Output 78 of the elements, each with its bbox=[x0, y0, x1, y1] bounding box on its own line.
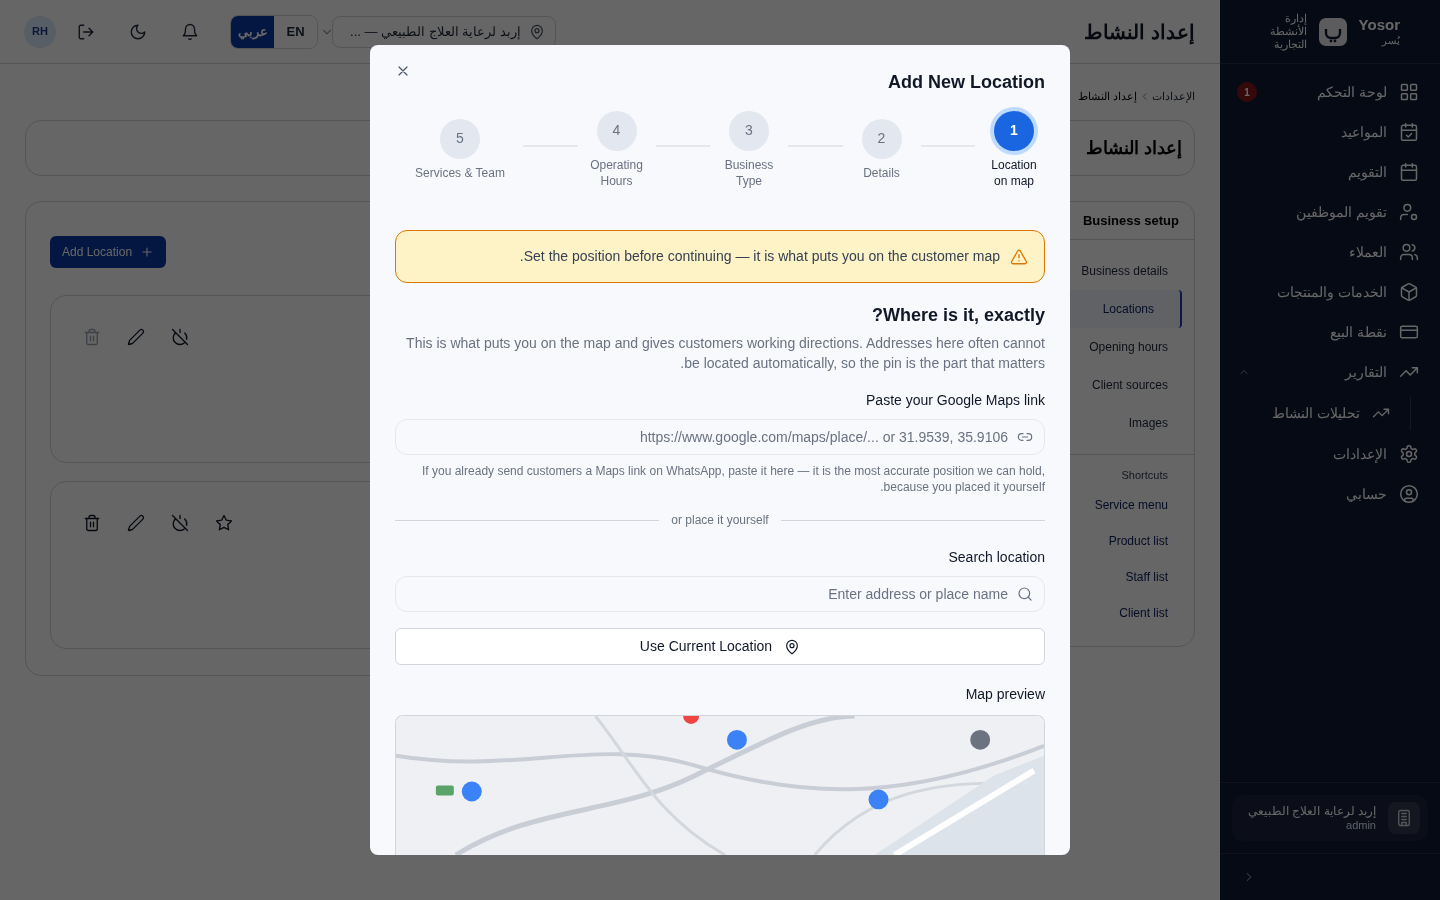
box-icon bbox=[1399, 282, 1419, 302]
sidebar-item[interactable]: المواعيد bbox=[1240, 112, 1420, 152]
pin-icon bbox=[784, 638, 801, 655]
field-label: Search location bbox=[947, 548, 1045, 567]
sidebar-item-label: التقويم bbox=[1348, 162, 1387, 183]
sidebar-item-label: العملاء bbox=[1349, 242, 1387, 262]
sidebar-item[interactable]: العملاء bbox=[1240, 232, 1420, 272]
bell-icon[interactable] bbox=[181, 22, 199, 41]
section-heading: ?Where is it, exactly bbox=[870, 304, 1045, 327]
shortcuts-heading: Shortcuts bbox=[1120, 468, 1169, 483]
input-field[interactable]: https://www.google.com/maps/place/... or 31.9539, 35.9106 bbox=[395, 419, 1045, 455]
sidebar-item-label: الخدمات والمنتجات bbox=[1277, 282, 1387, 303]
brand-name: Yosor bbox=[1358, 17, 1400, 32]
account-name: إربد لرعاية العلاج الطبيعي bbox=[1248, 803, 1376, 819]
moon-icon[interactable] bbox=[129, 22, 147, 41]
step-label: Business Type bbox=[723, 156, 775, 189]
plus-icon bbox=[140, 245, 155, 259]
add-location-button[interactable]: Add Location bbox=[50, 236, 167, 268]
account-role: admin bbox=[1345, 818, 1376, 833]
branch-name: إربد لرعاية العلاج الطبيعي — ... bbox=[350, 22, 521, 42]
sidebar-item-label: التقارير bbox=[1345, 362, 1387, 383]
exit-icon[interactable] bbox=[77, 22, 95, 41]
sidebar-item[interactable]: الإعدادات bbox=[1240, 434, 1420, 474]
sidebar-item[interactable]: الخدمات والمنتجات bbox=[1240, 272, 1420, 312]
section-description: This is what puts you on the map and gives customers working directions. Addresses here often cannot .be located automatically, so the pin is the part that matters bbox=[405, 334, 1045, 373]
sidebar-subitem[interactable]: تحليلات النشاط bbox=[1240, 396, 1390, 430]
power-off-icon[interactable] bbox=[171, 514, 189, 532]
breadcrumb-item[interactable]: إعداد النشاط bbox=[1077, 87, 1137, 105]
step-label: Details bbox=[862, 164, 901, 181]
setup-nav-title: Business setup bbox=[1082, 211, 1179, 230]
pencil-icon[interactable] bbox=[127, 328, 145, 346]
star-icon[interactable] bbox=[215, 514, 233, 532]
logo-icon bbox=[1318, 17, 1347, 46]
sidebar-subitem-label: تحليلات النشاط bbox=[1272, 403, 1360, 423]
sidebar-item-label: المواعيد bbox=[1341, 122, 1387, 143]
sidebar-item-label: نقطة البيع bbox=[1330, 322, 1387, 343]
notification-badge: 1 bbox=[1237, 82, 1257, 102]
step-label: Location on map bbox=[990, 156, 1038, 189]
field-hint: If you already send customers a Maps link on WhatsApp, paste it here — it is the most accurate position we can hold, .because you placed it yourself bbox=[421, 463, 1045, 495]
card-icon bbox=[1399, 322, 1419, 342]
user-gear-icon bbox=[1399, 202, 1419, 222]
settings-icon bbox=[1399, 444, 1419, 464]
sidebar-item-label: لوحة التحكم bbox=[1317, 82, 1387, 103]
step-label: Services & Team bbox=[414, 164, 506, 181]
input-field[interactable]: Enter address or place name bbox=[395, 576, 1045, 612]
breadcrumb-item[interactable]: الإعدادات bbox=[1152, 87, 1195, 105]
divider-label: or place it yourself bbox=[671, 512, 769, 529]
sidebar-item[interactable]: التقارير bbox=[1240, 352, 1420, 392]
page-title: إعداد النشاط bbox=[1084, 19, 1195, 47]
user-circle-icon bbox=[1399, 484, 1419, 504]
search-icon bbox=[1017, 586, 1033, 602]
power-off-icon[interactable] bbox=[171, 328, 189, 346]
user-avatar[interactable]: RH bbox=[24, 15, 56, 48]
calendar-icon bbox=[1399, 162, 1419, 182]
sidebar-item[interactable]: نقطة البيع bbox=[1240, 312, 1420, 352]
sidebar-item-label: حسابي bbox=[1346, 484, 1387, 504]
grid-icon bbox=[1399, 82, 1419, 102]
sidebar-item-label: تقويم الموظفين bbox=[1296, 202, 1387, 223]
brand-tagline: إدارة الأنشطة التجارية bbox=[1268, 12, 1307, 51]
users-icon bbox=[1399, 242, 1419, 262]
trash-icon[interactable] bbox=[83, 514, 101, 532]
field-label: Paste your Google Maps link bbox=[865, 391, 1045, 410]
calendar-check-icon bbox=[1399, 122, 1419, 142]
warning-icon bbox=[1010, 247, 1028, 266]
pin-icon bbox=[529, 23, 545, 40]
sidebar-item[interactable]: تقويم الموظفين bbox=[1240, 192, 1420, 232]
warning-text: .Set the position before continuing — it is what puts you on the customer map bbox=[519, 247, 1000, 267]
language-option[interactable]: عربي bbox=[231, 15, 274, 48]
header-card-title: إعداد النشاط bbox=[1086, 136, 1182, 161]
pencil-icon[interactable] bbox=[127, 514, 145, 532]
modal-title: Add New Location bbox=[888, 71, 1045, 94]
sidebar-item-label: الإعدادات bbox=[1333, 444, 1387, 465]
use-current-location-button[interactable]: Use Current Location bbox=[395, 628, 1045, 665]
brand-subname: يُسر bbox=[1382, 36, 1400, 46]
step-label: Operating Hours bbox=[589, 156, 644, 189]
sidebar-item[interactable]: التقويم bbox=[1240, 152, 1420, 192]
sidebar-item[interactable]: حسابي bbox=[1240, 474, 1420, 514]
field-label: Map preview bbox=[964, 685, 1045, 704]
